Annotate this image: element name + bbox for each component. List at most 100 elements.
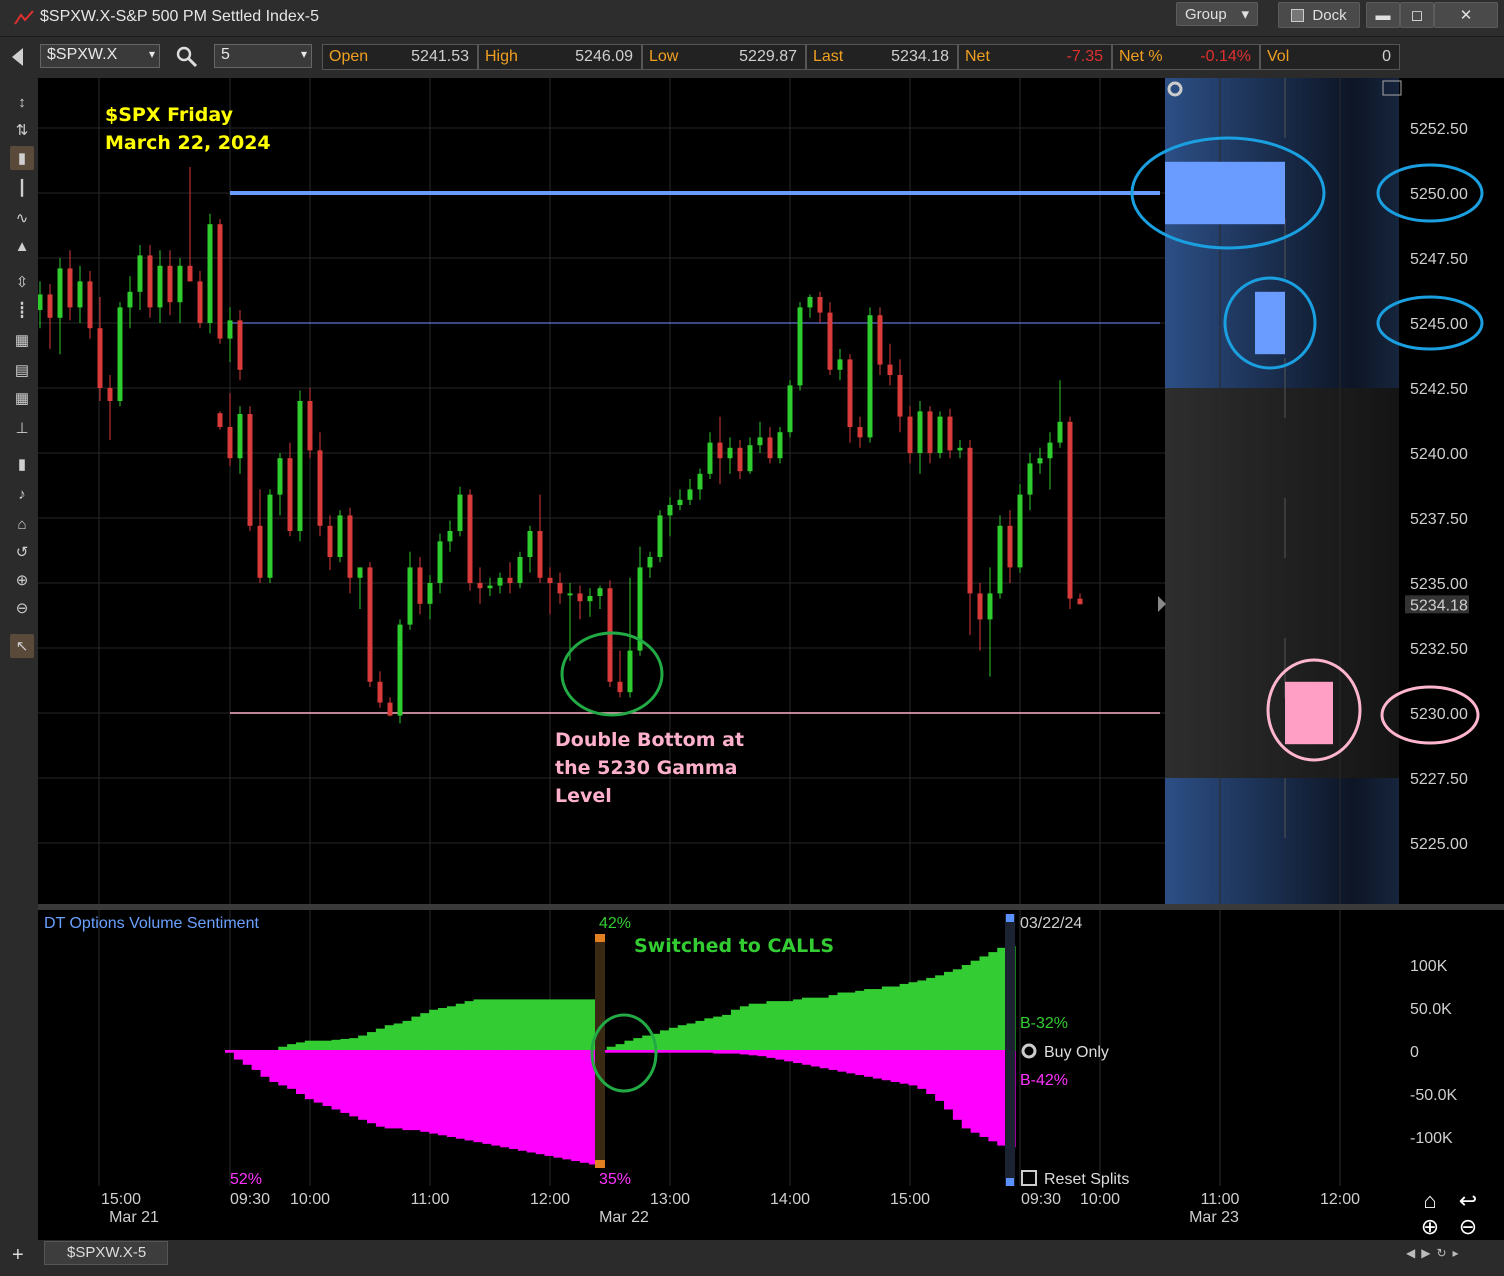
draw-tool-icon[interactable]: ▮ [10, 452, 34, 476]
note-icon[interactable]: ♪ [10, 482, 34, 506]
calls-bar [730, 1009, 741, 1051]
calls-bar [367, 1032, 377, 1051]
candle-mar22-body [217, 413, 223, 427]
home-icon[interactable]: ⌂ [10, 512, 34, 536]
scroll-right-icon[interactable]: ▶ [1421, 1246, 1436, 1260]
puts-bar [890, 1051, 901, 1082]
candle-mar21-body [67, 268, 73, 308]
candle-mar22-body [337, 515, 343, 557]
price-axis-label: 5227.50 [1410, 771, 1468, 788]
puts-bar [899, 1051, 910, 1084]
candle-mar22-body [767, 437, 773, 459]
tab-spxw[interactable]: $SPXW.X-5 [44, 1241, 168, 1265]
calls-bar [464, 1001, 475, 1051]
study-icon[interactable]: ⊥ [10, 416, 34, 440]
minimize-button[interactable]: ▬ [1366, 2, 1400, 28]
close-button[interactable]: ✕ [1434, 2, 1498, 28]
refresh-icon[interactable]: ↻ [1436, 1246, 1452, 1260]
calls-bar [544, 999, 555, 1051]
scroll-left-icon[interactable]: ◀ [1406, 1246, 1421, 1260]
candle-mar22-body [927, 411, 933, 453]
calls-bar [642, 1035, 652, 1051]
calls-bar [739, 1006, 750, 1051]
calls-bar [819, 997, 830, 1051]
calls-bar [313, 1040, 324, 1051]
calls-bar [446, 1006, 457, 1051]
sentiment-b-puts: B-42% [1020, 1072, 1068, 1089]
line-style-icon[interactable]: ∿ [10, 206, 34, 230]
scroll-end-icon[interactable]: ▸ [1453, 1246, 1465, 1260]
puts-bar [935, 1051, 945, 1101]
candle-mar22-body [807, 297, 813, 308]
puts-bar [943, 1051, 954, 1110]
quote-net: Net -7.35 [958, 44, 1112, 70]
price-axis-label: 5230.00 [1410, 706, 1468, 723]
table-small-icon[interactable]: ▦ [10, 386, 34, 410]
candle-mar21-body [77, 281, 83, 308]
area-style-icon[interactable]: ▲ [10, 234, 34, 258]
spacing-icon[interactable]: ⇳ [10, 270, 34, 294]
puts-bar [367, 1051, 377, 1124]
zoom-out-icon[interactable]: ⊖ [10, 596, 34, 620]
tab-scroll-controls[interactable]: ◀▶↻▸ [1406, 1246, 1465, 1260]
table-icon[interactable]: ▤ [10, 358, 34, 382]
calls-bar [411, 1016, 421, 1051]
chart-undo-icon: ↩ [1459, 1188, 1477, 1213]
undo-icon[interactable]: ↺ [10, 540, 34, 564]
sentiment-axis-label: -100K [1410, 1130, 1453, 1147]
date-axis-label: Mar 21 [109, 1209, 159, 1226]
price-axis-label: 5242.50 [1410, 381, 1468, 398]
candle-mar22-body [387, 702, 393, 716]
gamma-panel-middle [1165, 388, 1399, 778]
calls-bar [624, 1040, 634, 1051]
puts-bar [562, 1051, 572, 1160]
calls-bar [438, 1008, 448, 1051]
search-icon[interactable] [176, 46, 198, 68]
puts-bar [500, 1051, 510, 1148]
cursor-move-icon[interactable]: ↕ [10, 90, 34, 114]
puts-bar [970, 1051, 981, 1133]
grid-icon[interactable]: ▦ [10, 328, 34, 352]
candle-mar21-body [157, 265, 163, 308]
bar-style-icon[interactable]: ┃ [10, 176, 34, 200]
candlestick-icon[interactable]: ▮ [10, 146, 34, 170]
dock-button[interactable]: Dock [1278, 2, 1360, 28]
group-button[interactable]: Group ▾ [1176, 2, 1258, 26]
time-axis-label: 11:00 [1201, 1191, 1240, 1208]
calls-bar [287, 1044, 297, 1051]
interval-select[interactable]: 5 ▾ [214, 44, 312, 68]
chevron-down-icon: ▾ [148, 47, 155, 61]
candle-mar21-body [57, 268, 63, 318]
candle-mar21-body [117, 307, 123, 401]
candle-mar22-body [757, 437, 763, 446]
symbol-input[interactable]: $SPXW.X ▾ [40, 44, 160, 68]
zoom-in-icon[interactable]: ⊕ [10, 568, 34, 592]
maximize-button[interactable]: ◻ [1400, 2, 1434, 28]
indicator-icon[interactable]: ┋ [10, 298, 34, 322]
quote-label: Vol [1267, 48, 1290, 65]
calls-bar [872, 989, 883, 1051]
calls-bar [500, 999, 510, 1051]
add-tab-button[interactable]: + [12, 1244, 24, 1267]
candle-mar22-body [967, 447, 973, 594]
candle-mar22-body [827, 312, 833, 370]
chart-area[interactable]: 5252.50 5250.00 5247.50 5245.00 5242.50 5240.… [38, 78, 1504, 1240]
puts-bar [296, 1051, 306, 1094]
back-arrow-icon[interactable] [12, 48, 23, 66]
candle-mar22-body [1067, 421, 1073, 599]
puts-bar [837, 1051, 847, 1072]
candle-mar21-body [217, 224, 223, 339]
candle-mar22-body [997, 525, 1003, 594]
candle-mar22-body [627, 650, 633, 693]
candle-mar22-body [547, 577, 553, 583]
crosshair-icon[interactable]: ⇅ [10, 118, 34, 142]
puts-bar [952, 1051, 963, 1120]
puts-bar [571, 1051, 581, 1162]
candle-mar22-body [347, 515, 353, 578]
calls-bar [331, 1039, 341, 1051]
quote-label: Last [813, 48, 844, 65]
puts-bar [988, 1051, 998, 1142]
candle-mar22-body [557, 583, 563, 594]
pointer-icon[interactable]: ↖ [10, 634, 34, 658]
calls-bar [580, 999, 590, 1051]
